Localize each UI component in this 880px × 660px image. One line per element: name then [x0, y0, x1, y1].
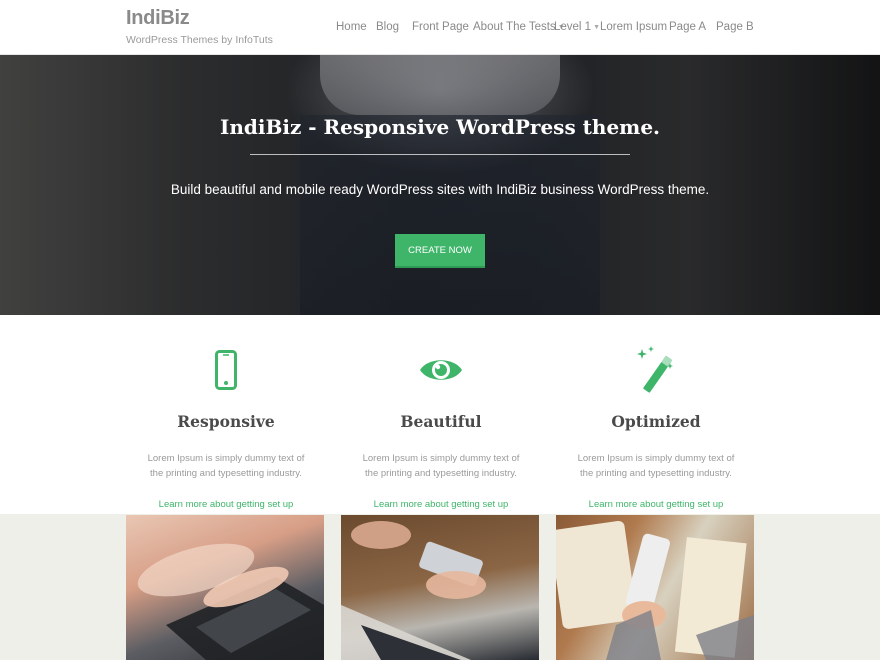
hero-subtitle: Build beautiful and mobile ready WordPre… [170, 182, 710, 197]
feature-description: Lorem Ipsum is simply dummy text of the … [147, 453, 305, 479]
nav-item-front-page[interactable]: Front Page [412, 21, 469, 33]
nav-item-about-the-tests[interactable]: About The Tests ▼ [473, 21, 565, 33]
hero-divider [250, 154, 630, 155]
chevron-down-icon: ▼ [593, 23, 601, 31]
nav-item-label: Page B [716, 21, 754, 33]
feature-learn-more-link[interactable]: Learn more about getting set up [556, 499, 756, 510]
eye-icon [411, 345, 471, 395]
feature-title: Beautiful [400, 412, 482, 431]
create-now-button[interactable]: CREATE NOW [395, 234, 485, 268]
nav-item-label: Blog [376, 21, 400, 33]
hero-title: IndiBiz - Responsive WordPress theme. [219, 115, 661, 139]
magic-wand-icon [626, 345, 686, 395]
nav-item-page-a[interactable]: Page A [669, 21, 706, 33]
feature-description: Lorem Ipsum is simply dummy text of the … [577, 453, 735, 479]
nav-item-label: About The Tests [473, 21, 556, 33]
nav-item-label: Level 1 [554, 21, 592, 33]
gallery-photo-smartphone[interactable] [341, 515, 539, 660]
hero-banner: IndiBiz - Responsive WordPress theme. Bu… [0, 55, 880, 315]
nav-item-blog[interactable]: Blog [376, 21, 399, 33]
site-title[interactable]: IndiBiz [126, 6, 273, 30]
nav-item-lorem-ipsum[interactable]: Lorem Ipsum [600, 21, 667, 33]
gallery-photo-laptop-typing[interactable] [126, 515, 324, 660]
nav-item-level-1[interactable]: Level 1 ▼ [554, 21, 600, 33]
photo-gallery [0, 514, 880, 660]
nav-item-label: Page A [669, 21, 707, 33]
feature-title: Responsive [177, 412, 275, 431]
feature-description: Lorem Ipsum is simply dummy text of the … [362, 453, 520, 479]
nav-item-home[interactable]: Home [336, 21, 367, 33]
nav-item-page-b[interactable]: Page B [716, 21, 754, 33]
feature-title: Optimized [611, 412, 701, 431]
feature-learn-more-link[interactable]: Learn more about getting set up [341, 499, 541, 510]
nav-item-label: Home [336, 21, 367, 33]
nav-item-label: Lorem Ipsum [600, 21, 668, 33]
site-tagline: WordPress Themes by InfoTuts [126, 34, 273, 46]
site-branding[interactable]: IndiBiz WordPress Themes by InfoTuts [126, 6, 273, 46]
mobile-phone-icon [196, 345, 256, 395]
feature-learn-more-link[interactable]: Learn more about getting set up [126, 499, 326, 510]
gallery-photo-notebook-phone[interactable] [556, 515, 754, 660]
features-section: Responsive Lorem Ipsum is simply dummy t… [0, 315, 880, 515]
nav-item-label: Front Page [412, 21, 469, 33]
